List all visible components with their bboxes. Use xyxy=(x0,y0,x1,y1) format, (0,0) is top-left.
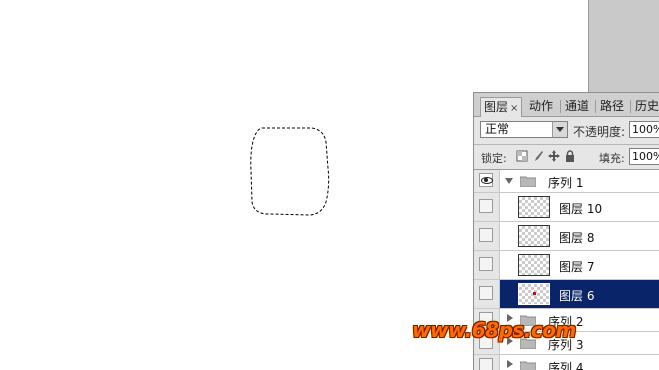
opacity-field[interactable]: 100% xyxy=(629,121,659,138)
tab-channels-label: 通道 xyxy=(565,99,590,113)
fill-label: 填充: xyxy=(599,152,625,165)
tab-paths-label: 路径 xyxy=(600,99,625,113)
marquee-selection xyxy=(250,127,330,216)
layer-thumbnail xyxy=(518,254,550,276)
eye-icon[interactable] xyxy=(479,173,493,187)
tab-separator xyxy=(560,100,561,113)
tab-history-label: 历史 xyxy=(635,99,659,113)
opacity-label: 不透明度: xyxy=(573,125,626,139)
close-icon[interactable]: × xyxy=(510,103,518,114)
blend-opacity-row: 正常 不透明度: 100% xyxy=(474,119,659,141)
visibility-cell xyxy=(474,280,500,308)
eye-icon[interactable] xyxy=(479,286,493,300)
tab-layers[interactable]: 图层 × xyxy=(480,97,523,117)
layer-group-name: 序列 4 xyxy=(548,361,584,370)
fill-field[interactable]: 100% xyxy=(629,148,659,165)
layer-group-row[interactable]: 序列 4 xyxy=(474,355,659,370)
tab-actions[interactable]: 动作 xyxy=(526,98,556,115)
layer-row-selected[interactable]: 图层 6 xyxy=(474,280,659,309)
lock-fill-row: 锁定: 填充: 100% xyxy=(474,145,659,167)
layer-thumbnail xyxy=(518,196,550,218)
eye-icon[interactable] xyxy=(479,228,493,242)
canvas-pasteboard xyxy=(588,0,659,92)
visibility-cell xyxy=(474,251,500,279)
tab-channels[interactable]: 通道 xyxy=(562,98,592,115)
tab-layers-label: 图层 xyxy=(484,100,509,114)
lock-label: 锁定: xyxy=(481,152,507,165)
lock-icon[interactable] xyxy=(564,150,576,162)
layer-thumbnail xyxy=(518,225,550,247)
expand-arrow-icon[interactable] xyxy=(507,360,513,368)
eye-icon[interactable] xyxy=(479,257,493,271)
layer-name: 图层 8 xyxy=(559,231,595,245)
move-icon[interactable] xyxy=(548,150,560,162)
layer-row[interactable]: 图层 10 xyxy=(474,193,659,222)
tab-actions-label: 动作 xyxy=(529,99,554,113)
layer-name: 图层 10 xyxy=(559,202,603,216)
visibility-cell xyxy=(474,222,500,250)
layer-name: 图层 6 xyxy=(559,289,595,303)
tab-paths[interactable]: 路径 xyxy=(597,98,627,115)
visibility-cell xyxy=(474,193,500,221)
eye-icon[interactable] xyxy=(479,358,493,370)
layer-group-name: 序列 1 xyxy=(548,176,584,190)
layer-group-row[interactable]: 序列 1 xyxy=(474,170,659,193)
visibility-cell xyxy=(474,170,500,192)
lock-transparent-pixels-icon[interactable] xyxy=(516,150,528,162)
panel-tabbar: 图层 × 动作 通道 路径 历史 xyxy=(474,93,659,117)
tab-history[interactable]: 历史 xyxy=(632,98,659,115)
layer-thumbnail xyxy=(518,283,550,305)
brush-icon[interactable] xyxy=(532,150,544,162)
thumbnail-dot xyxy=(533,292,536,295)
layer-row[interactable]: 图层 7 xyxy=(474,251,659,280)
blend-mode-select[interactable]: 正常 xyxy=(480,121,568,138)
layer-name: 图层 7 xyxy=(559,260,595,274)
blend-mode-value: 正常 xyxy=(485,122,510,136)
chevron-down-icon[interactable] xyxy=(552,122,567,137)
eye-icon[interactable] xyxy=(479,199,493,213)
layer-row[interactable]: 图层 8 xyxy=(474,222,659,251)
tab-separator xyxy=(630,100,631,113)
site-watermark: www.68ps.com xyxy=(412,318,576,342)
visibility-cell xyxy=(474,355,500,370)
expand-arrow-icon[interactable] xyxy=(505,178,513,184)
folder-icon xyxy=(520,176,536,187)
tab-separator xyxy=(595,100,596,113)
